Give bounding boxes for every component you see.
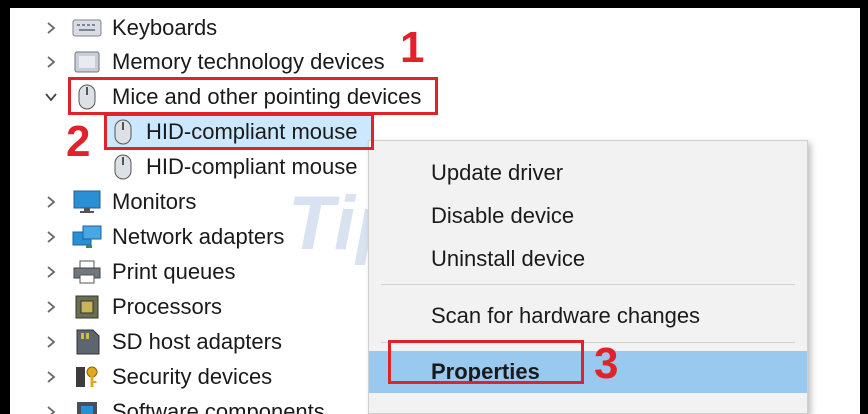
key-icon xyxy=(72,363,102,391)
chevron-right-icon[interactable] xyxy=(44,370,58,384)
tree-item-label: Keyboards xyxy=(112,14,218,40)
chevron-right-icon[interactable] xyxy=(44,405,58,414)
chevron-down-icon[interactable] xyxy=(44,90,58,104)
sd-card-icon xyxy=(72,328,102,356)
annotation-number-1: 1 xyxy=(400,23,425,72)
tree-item-hid-compliant-mouse[interactable]: HID-compliant mouse xyxy=(104,149,372,184)
chevron-right-icon[interactable] xyxy=(44,195,58,209)
monitor-icon xyxy=(72,188,102,216)
mouse-icon xyxy=(108,153,138,181)
chevron-right-icon[interactable] xyxy=(44,230,58,244)
tree-item-memory-technology-devices[interactable]: Memory technology devices xyxy=(10,44,860,79)
keyboard-icon xyxy=(72,14,102,42)
annotation-number-3: 3 xyxy=(594,339,619,388)
chevron-right-icon[interactable] xyxy=(44,265,58,279)
tree-item-keyboards[interactable]: Keyboards xyxy=(10,10,860,45)
tree-item-label: SD host adapters xyxy=(112,328,282,354)
processor-icon xyxy=(72,293,102,321)
memory-device-icon xyxy=(72,48,102,76)
menu-item-update-driver[interactable]: Update driver xyxy=(369,153,807,193)
annotation-box-1 xyxy=(68,77,438,115)
annotation-box-2 xyxy=(104,113,374,150)
menu-item-scan-for-hardware-changes[interactable]: Scan for hardware changes xyxy=(369,296,807,336)
software-component-icon xyxy=(72,398,102,414)
annotation-box-3 xyxy=(388,340,584,384)
tree-item-label: Print queues xyxy=(112,258,236,284)
tree-item-label: Processors xyxy=(112,293,223,319)
tree-item-label: Monitors xyxy=(112,188,197,214)
chevron-right-icon[interactable] xyxy=(44,300,58,314)
menu-item-disable-device[interactable]: Disable device xyxy=(369,196,807,236)
chevron-right-icon[interactable] xyxy=(44,55,58,69)
tree-item-label: Security devices xyxy=(112,363,273,389)
menu-item-uninstall-device[interactable]: Uninstall device xyxy=(369,239,807,279)
printer-icon xyxy=(72,258,102,286)
chevron-right-icon[interactable] xyxy=(44,335,58,349)
tree-item-label: Network adapters xyxy=(112,223,285,249)
device-manager-panel: Keyboards Memory technology devices Mice… xyxy=(10,8,860,414)
chevron-right-icon[interactable] xyxy=(44,21,58,35)
network-adapter-icon xyxy=(72,223,102,251)
tree-item-label: HID-compliant mouse xyxy=(146,153,358,179)
menu-separator xyxy=(381,284,795,285)
tree-item-label: Software components xyxy=(112,398,325,414)
tree-item-label: Memory technology devices xyxy=(112,48,385,74)
annotation-number-2: 2 xyxy=(66,117,91,166)
